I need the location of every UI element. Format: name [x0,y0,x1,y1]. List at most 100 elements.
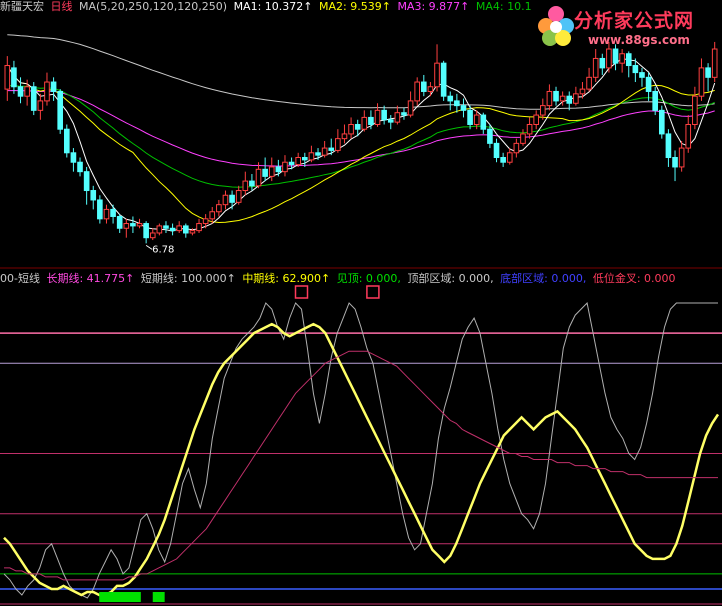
candle-body [315,152,321,156]
candle-body [440,62,447,97]
candle-body [705,67,711,78]
candle-body [374,109,381,125]
candle-body [579,88,586,95]
candle-body [110,208,116,217]
candle-body [368,116,374,125]
candle-body [308,152,315,161]
candle-body [341,133,348,140]
candle-body [97,199,103,220]
candle-body [599,57,606,69]
ma2-value: MA2: 9.539↑ [319,0,391,13]
bottom-zone-bar [99,592,141,602]
candle-body [301,157,308,161]
candle-body [328,147,335,151]
series-line [3,301,718,599]
top-signal-marker [366,285,380,299]
candle-body [447,95,454,102]
candle-body [506,152,513,163]
candle-body [692,95,698,125]
candle-body [222,194,229,206]
top-signal-marker [294,285,309,299]
candle-body [90,190,97,201]
candle-body [632,65,639,74]
candle-body [209,211,216,220]
bottom-zone-value: 底部区域: 0.000, [500,272,587,285]
candle-body [401,112,407,116]
candle-body [354,123,361,130]
candle-body [130,223,136,227]
candle-body [460,105,467,111]
candle-body [454,100,460,107]
low-price-label: 6.78 [152,244,174,255]
candle-body [4,65,11,90]
chart-canvas: 6.78 [0,34,722,605]
candle-body [295,157,302,166]
candle-body [202,218,209,225]
candle-body [116,215,123,229]
candle-body [652,90,659,111]
top-zone-value: 顶部区域: 0.000, [407,272,494,285]
candle-body [335,138,341,151]
candle-body [24,86,30,97]
candle-body [189,230,196,234]
logo-url: www.88gs.com [588,33,690,47]
candle-body [434,62,440,88]
ma4-value: MA4: 10.1 [475,0,532,13]
candle-body [420,81,427,92]
candle-body [500,157,506,163]
candle-body [70,152,77,163]
candle-body [407,100,414,116]
candle-body [37,100,44,111]
candle-body [394,112,401,123]
candle-body [30,86,37,111]
candle-body [361,116,368,130]
candle-body [255,168,262,187]
candle-body [169,227,176,232]
candle-body [678,147,685,168]
candle-body [262,168,268,177]
bottom-zone-bar [152,592,165,602]
candle-body [480,114,487,130]
candle-body [553,90,559,102]
candle-body [123,223,130,229]
ma-definition: MA(5,20,250,120,120,250) [79,0,228,13]
candle-body [235,190,242,203]
candle-body [487,128,493,144]
candle-body [672,157,678,168]
candle-body [619,53,625,64]
ma3-value: MA3: 9.877↑ [397,0,470,13]
ma1-value: MA1: 10.372↑ [233,0,313,13]
candle-body [526,123,533,135]
indicator-name: 00-短线 [0,272,40,285]
candle-body [242,180,249,192]
candle-body [57,90,64,130]
candle-body [321,147,328,156]
candle-body [493,142,500,159]
candle-body [44,81,50,102]
candle-body [17,86,24,97]
candle-body [586,76,592,90]
candle-body [143,223,149,239]
candle-body [50,81,57,92]
candle-body [539,105,546,116]
candle-body [156,225,163,234]
flower-logo-icon [538,6,574,46]
candle-body [229,194,235,203]
mid-line-value: 中期线: 62.900↑ [242,272,331,285]
candle-body [566,95,573,104]
indicator-header: 00-短线 长期线: 41.775↑ 短期线: 100.000↑ 中期线: 62… [0,272,722,286]
candle-body [645,76,652,92]
ma2-line [6,65,715,224]
series-line [3,322,720,597]
candle-body [268,166,275,177]
candle-body [77,161,83,173]
candle-body [546,90,553,107]
candle-body [149,232,156,239]
price-chart-header: 新疆天宏 日线 MA(5,20,250,120,120,250) MA1: 10… [0,0,540,14]
candle-body [473,114,480,125]
candle-body [467,109,473,125]
candle-body [176,225,183,232]
candle-body [658,109,665,135]
candle-body [685,123,692,149]
candle-body [348,123,354,135]
